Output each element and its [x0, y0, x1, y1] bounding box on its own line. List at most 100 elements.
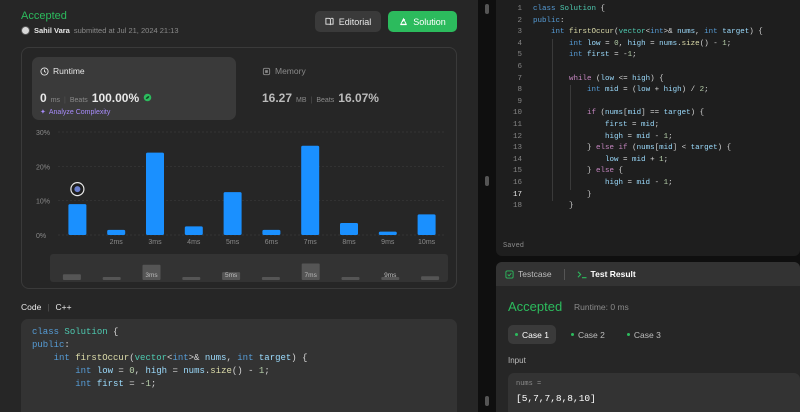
minimap-bar: [102, 277, 121, 280]
memory-unit: MB: [296, 97, 307, 104]
chart-range-minimap[interactable]: 3ms 5ms 7ms 9ms: [50, 254, 448, 282]
editorial-label: Editorial: [338, 16, 372, 27]
input-var-value: [5,7,7,8,8,10]: [516, 393, 596, 404]
minimap-bar: [62, 274, 81, 280]
memory-card[interactable]: Memory 16.27 MB | Beats 16.07%: [254, 57, 434, 120]
editor-line-text: int low = 0, high = nums.size() - 1;: [569, 39, 732, 48]
runtime-label: Runtime: [53, 66, 85, 76]
bar-10ms[interactable]: [417, 214, 436, 235]
avatar[interactable]: [21, 26, 30, 35]
bar-6ms[interactable]: [262, 229, 281, 235]
case-tabs: Case 1 Case 2 Case 3: [508, 325, 668, 344]
solution-button[interactable]: Solution: [388, 11, 457, 32]
memory-beats: 16.07%: [338, 91, 379, 105]
line-number: 14: [512, 155, 522, 164]
result-status: Accepted: [508, 299, 563, 314]
editor-line[interactable]: 2 public:: [496, 16, 800, 28]
solution-label: Solution: [413, 16, 446, 27]
editor-line[interactable]: 15 } else {: [496, 166, 800, 178]
editor-line[interactable]: 10 if (nums[mid] == target) {: [496, 108, 800, 120]
x-tick-label: 8ms: [342, 239, 356, 246]
bar-3ms[interactable]: [146, 152, 164, 235]
checkbox-icon: [505, 269, 514, 279]
bar-9ms[interactable]: [378, 231, 397, 235]
x-tick-label: 2ms: [110, 239, 124, 246]
minimap-bar: [341, 277, 360, 280]
tab-test-result[interactable]: Test Result: [577, 269, 636, 279]
line-number: 18: [512, 202, 522, 211]
editor-line[interactable]: 18 }: [496, 201, 800, 213]
memory-value: 16.27: [262, 91, 293, 105]
editor-line[interactable]: 16 high = mid - 1;: [496, 178, 800, 190]
editor-line[interactable]: 5 int first = -1;: [496, 50, 800, 62]
code-header: Code | C++: [21, 302, 72, 312]
runtime-card[interactable]: Runtime 0 ms | Beats 100.00% ✦ Analyze C…: [32, 57, 236, 120]
tab-testcase[interactable]: Testcase: [505, 269, 552, 279]
editor-line[interactable]: 7 while (low <= high) {: [496, 74, 800, 86]
case-tab-1[interactable]: Case 1: [508, 325, 556, 344]
case-tab-2[interactable]: Case 2: [564, 325, 612, 344]
resize-handle[interactable]: [485, 176, 489, 186]
runtime-title: Runtime: [40, 66, 85, 76]
memory-divider: |: [310, 97, 313, 104]
code-line: int firstOccur(vector<int>& nums, int ta…: [53, 353, 308, 363]
case-label: Case 2: [577, 329, 605, 340]
line-number: 15: [512, 167, 522, 176]
case-tab-3[interactable]: Case 3: [620, 325, 668, 344]
memory-values: 16.27 MB | Beats 16.07%: [262, 91, 379, 105]
line-number: 11: [512, 121, 522, 129]
submitted-at: submitted at Jul 21, 2024 21:13: [73, 26, 179, 35]
bar-0ms[interactable]: [68, 204, 87, 235]
submitter-name[interactable]: Sahil Vara: [34, 26, 70, 35]
bar-4ms[interactable]: [184, 226, 203, 235]
editor-line-text: int mid = (low + high) / 2;: [587, 86, 709, 95]
line-number: 2: [517, 16, 522, 25]
editor-line[interactable]: 13 } else if (nums[mid] < target) {: [496, 143, 800, 155]
editor-line[interactable]: 6: [496, 62, 800, 74]
minimap-label: 7ms: [305, 272, 318, 279]
editor-line[interactable]: 14 low = mid + 1;: [496, 155, 800, 167]
editorial-button[interactable]: Editorial: [315, 11, 381, 32]
code-editor[interactable]: 1 class Solution {2 public: 3 int firstOccu…: [496, 0, 800, 256]
panel-resizer[interactable]: [481, 0, 494, 412]
submission-panel: Accepted Sahil Vara submitted at Jul 21,…: [0, 0, 478, 412]
result-runtime: Runtime: 0 ms: [574, 302, 629, 312]
runtime-distribution-chart[interactable]: 0% 10% 20% 30% 2ms 3ms 4ms 5ms 6ms 7ms 8ms 9ms 10ms: [22, 126, 458, 246]
line-number: 1: [517, 5, 522, 13]
memory-beats-label: Beats: [316, 97, 335, 104]
editor-line[interactable]: 9: [496, 97, 800, 109]
runtime-values: 0 ms | Beats 100.00%: [40, 91, 152, 105]
minimap-label: 5ms: [225, 272, 238, 279]
editor-line[interactable]: 3 int firstOccur(vector<int>& nums, int …: [496, 27, 800, 39]
editor-line[interactable]: 4 int low = 0, high = nums.size() - 1;: [496, 39, 800, 51]
editor-line[interactable]: 11 first = mid;: [496, 120, 800, 132]
bar-5ms[interactable]: [223, 192, 242, 235]
editor-line[interactable]: 1 class Solution {: [496, 4, 800, 16]
tab-result-label: Test Result: [590, 269, 636, 279]
performance-box: Runtime 0 ms | Beats 100.00% ✦ Analyze C…: [21, 47, 457, 289]
bar-8ms[interactable]: [340, 222, 358, 235]
submitted-code[interactable]: class Solution {public: int firstOccur(v…: [21, 319, 457, 412]
terminal-icon: [577, 270, 587, 278]
scroll-thumb-top[interactable]: [485, 4, 489, 14]
runtime-value: 0: [40, 91, 47, 105]
editor-line[interactable]: 17 }: [496, 190, 800, 202]
editor-line-text: }: [533, 190, 592, 199]
scroll-thumb-bottom[interactable]: [485, 396, 489, 406]
bar-2ms[interactable]: [107, 229, 126, 235]
editor-line-text: } else if (nums[mid] < target) {: [533, 144, 732, 153]
y-tick-label: 30%: [36, 130, 50, 137]
minimap-bars: 3ms 5ms 7ms 9ms: [62, 263, 440, 280]
submission-status: Accepted: [21, 10, 67, 22]
editor-line[interactable]: 12 high = mid - 1;: [496, 132, 800, 144]
code-line: class Solution {: [32, 327, 119, 337]
minimap-label: 3ms: [145, 272, 158, 279]
line-number: 9: [517, 97, 522, 106]
console-tabs: Testcase Test Result: [496, 262, 800, 286]
bar-7ms[interactable]: [301, 145, 320, 235]
editor-line[interactable]: 8 int mid = (low + high) / 2;: [496, 85, 800, 97]
y-tick-label: 10%: [36, 199, 50, 206]
x-tick-label: 7ms: [304, 239, 318, 246]
analyze-complexity-link[interactable]: ✦ Analyze Complexity: [40, 108, 110, 117]
book-icon: [325, 17, 334, 26]
